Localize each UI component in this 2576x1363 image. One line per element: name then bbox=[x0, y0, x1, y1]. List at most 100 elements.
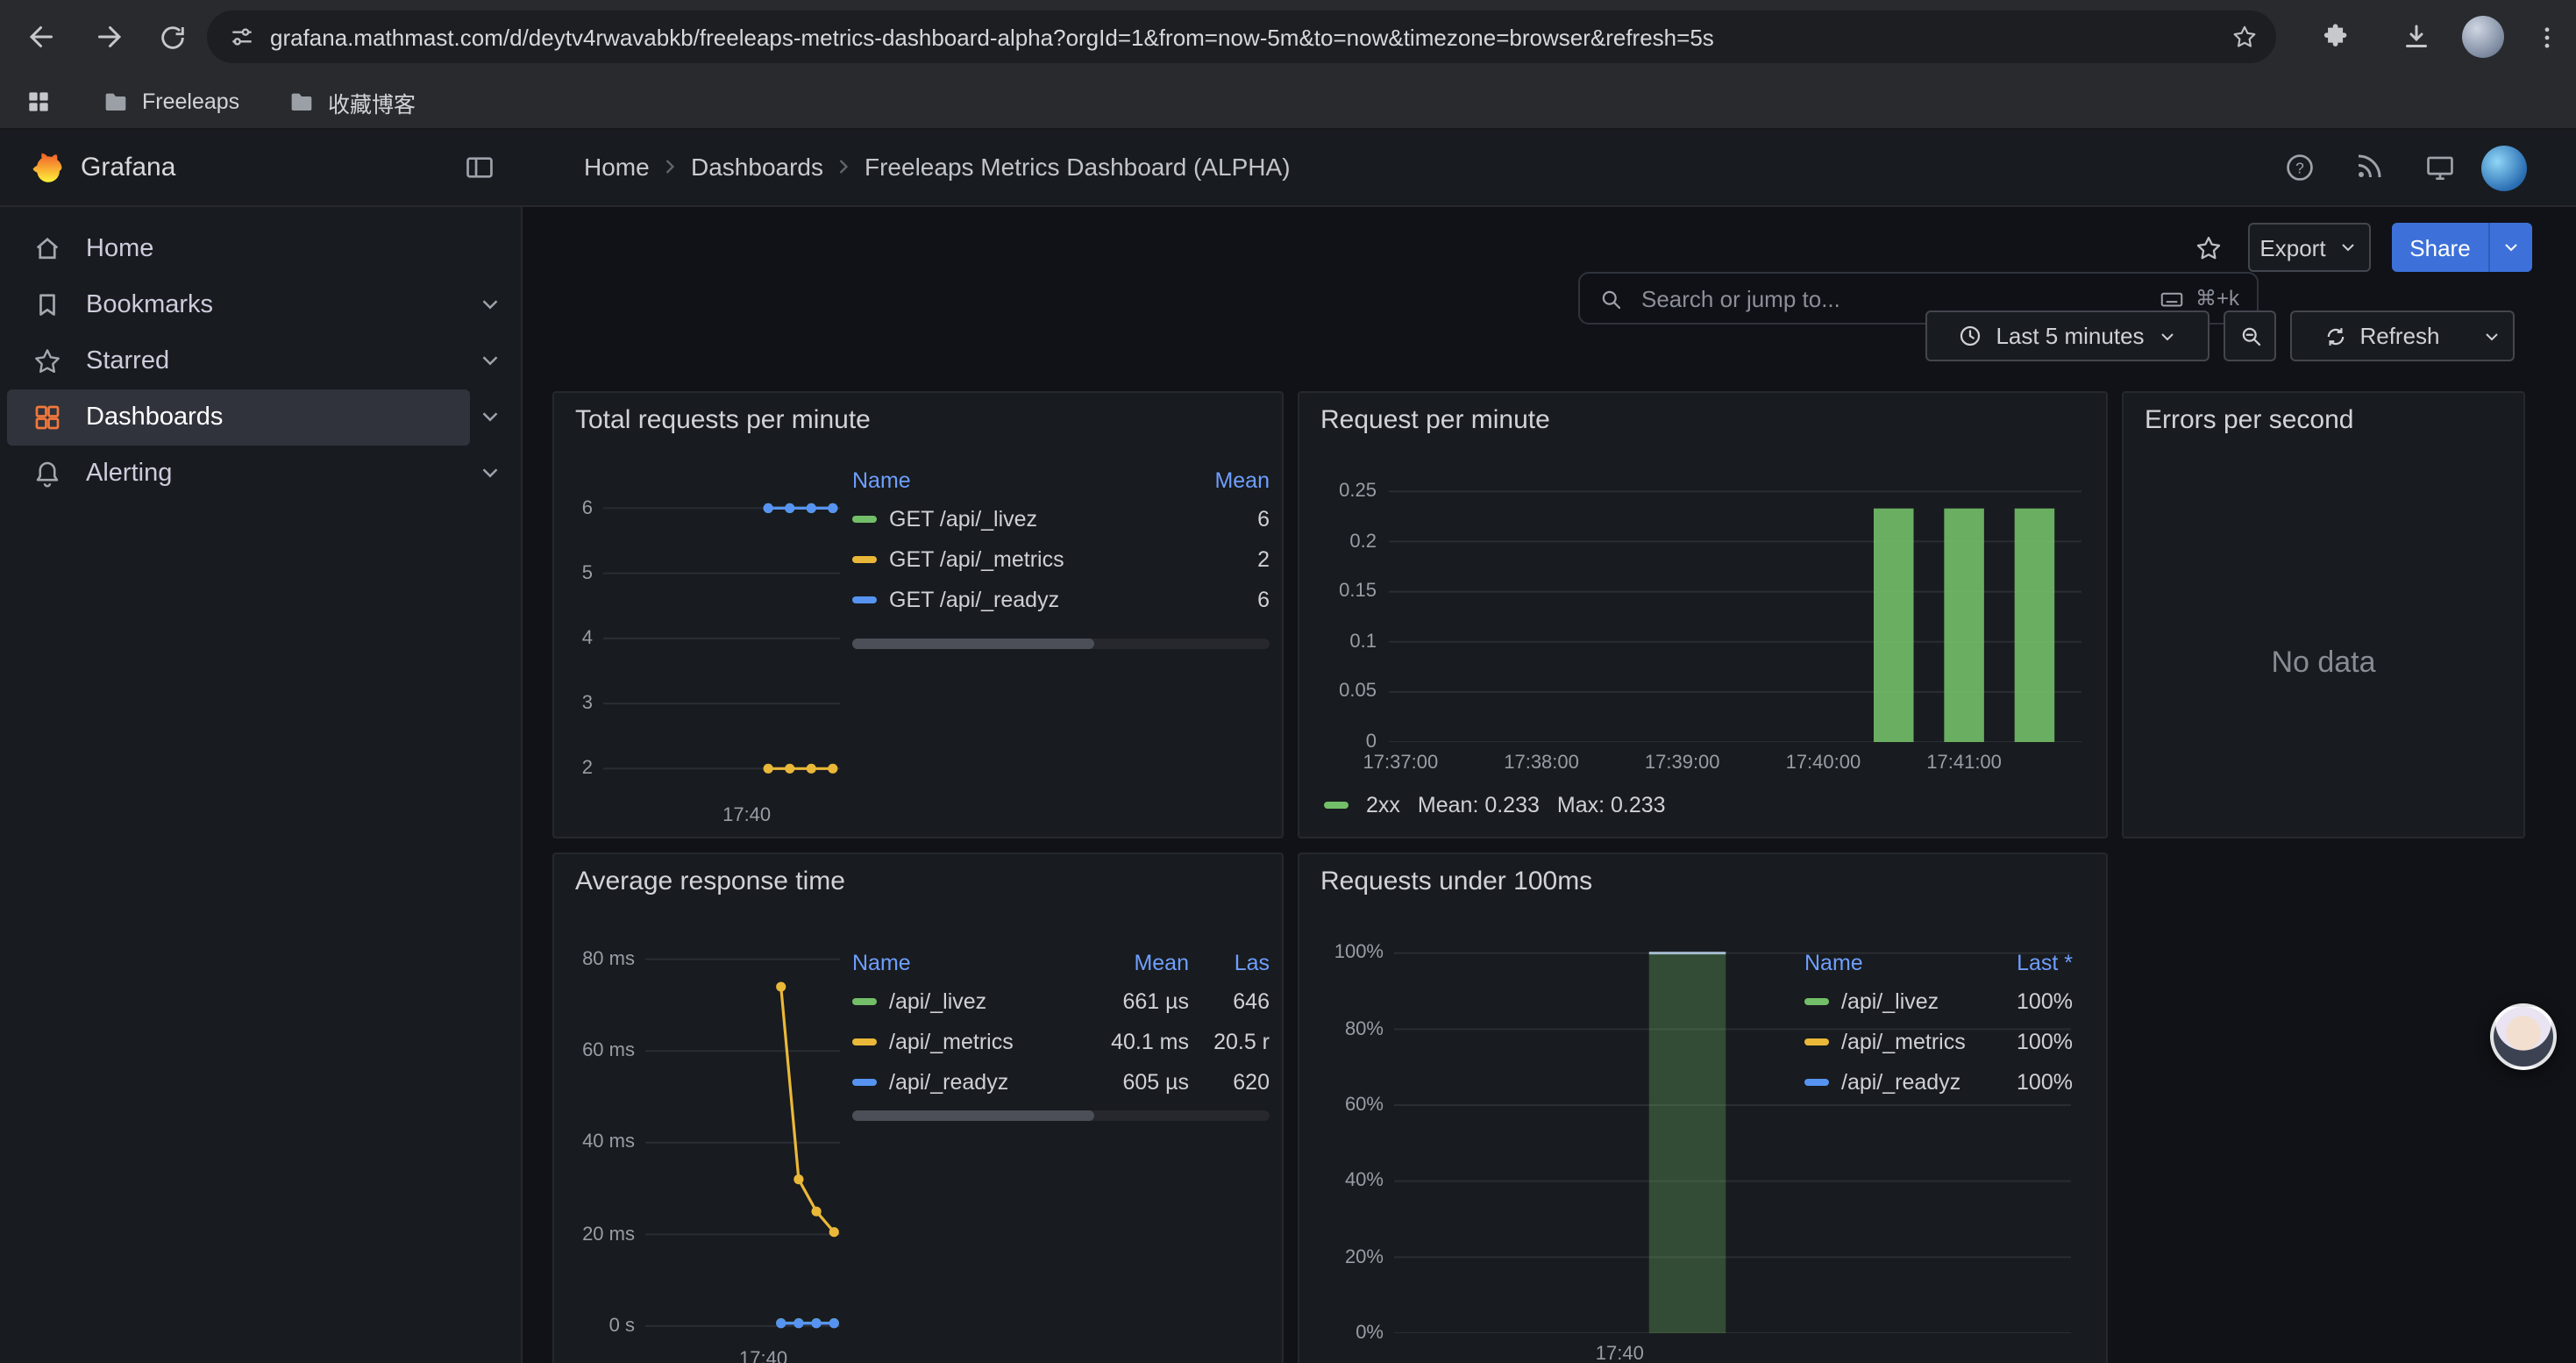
sidebar-item-starred[interactable]: Starred bbox=[7, 333, 470, 389]
news-button[interactable] bbox=[2353, 151, 2385, 182]
series-color-icon bbox=[1324, 802, 1348, 809]
legend-row: GET /api/_metrics 2 bbox=[852, 539, 1270, 579]
sidebar-item-alerting[interactable]: Alerting bbox=[7, 446, 470, 502]
legend-scrollbar[interactable] bbox=[852, 1110, 1270, 1121]
bookmark-item-freeleaps[interactable]: Freeleaps bbox=[102, 74, 239, 130]
legend-row: /api/_livez661 µs646 bbox=[852, 981, 1270, 1021]
series-name[interactable]: /api/_readyz bbox=[1841, 1069, 1960, 1094]
refresh-button[interactable]: Refresh bbox=[2290, 310, 2473, 361]
share-label: Share bbox=[2409, 234, 2470, 260]
zoom-out-button[interactable] bbox=[2224, 310, 2276, 361]
series-name[interactable]: 2xx bbox=[1366, 793, 1400, 817]
y-axis-labels: 0 s20 ms40 ms60 ms80 ms bbox=[568, 946, 635, 1338]
browser-reload-button[interactable] bbox=[147, 12, 196, 61]
panel-title[interactable]: Errors per second bbox=[2145, 405, 2353, 435]
refresh-interval-button[interactable] bbox=[2471, 310, 2515, 361]
browser-back-button[interactable] bbox=[18, 12, 67, 61]
dashboards-grid-icon bbox=[32, 402, 63, 433]
grafana-logo[interactable] bbox=[28, 149, 67, 188]
help-button[interactable]: ? bbox=[2283, 151, 2316, 184]
series-color-icon bbox=[1804, 1038, 1829, 1045]
panel-title[interactable]: Average response time bbox=[575, 867, 845, 896]
url-text: grafana.mathmast.com/d/deytv4rwavabkb/fr… bbox=[270, 24, 2213, 50]
legend-header[interactable]: Last * bbox=[1989, 951, 2073, 975]
home-icon bbox=[32, 233, 63, 265]
series-name[interactable]: /api/_livez bbox=[889, 988, 986, 1013]
search-input[interactable] bbox=[1638, 283, 2159, 313]
legend-value: 100% bbox=[1989, 1069, 2073, 1094]
scrollbar-thumb[interactable] bbox=[852, 1110, 1094, 1121]
site-settings-icon[interactable] bbox=[228, 23, 256, 51]
share-menu-button[interactable] bbox=[2488, 223, 2532, 272]
legend-value: 6 bbox=[1171, 587, 1270, 611]
legend-row: GET /api/_livez6 bbox=[852, 498, 1270, 539]
dock-menu-toggle[interactable] bbox=[463, 151, 496, 184]
breadcrumb-home[interactable]: Home bbox=[584, 153, 650, 181]
series-color-icon bbox=[852, 555, 877, 562]
favorite-dashboard-button[interactable] bbox=[2185, 225, 2231, 270]
user-avatar bbox=[2481, 146, 2527, 191]
legend-scrollbar[interactable] bbox=[852, 639, 1270, 649]
series-name[interactable]: /api/_metrics bbox=[1841, 1029, 1966, 1053]
scrollbar-thumb[interactable] bbox=[852, 639, 1094, 649]
breadcrumb-dashboards[interactable]: Dashboards bbox=[691, 153, 823, 181]
floating-assistant-avatar[interactable] bbox=[2490, 1003, 2557, 1070]
sidebar-item-label: Starred bbox=[86, 347, 169, 375]
legend-max: Max: 0.233 bbox=[1557, 793, 1666, 817]
chevron-down-icon[interactable] bbox=[477, 403, 503, 430]
browser-forward-button[interactable] bbox=[84, 12, 133, 61]
arrow-right-icon bbox=[93, 21, 125, 53]
legend-value: 2 bbox=[1171, 546, 1270, 571]
share-button[interactable]: Share bbox=[2392, 223, 2488, 272]
extensions-button[interactable] bbox=[2311, 12, 2360, 61]
url-bar[interactable]: grafana.mathmast.com/d/deytv4rwavabkb/fr… bbox=[207, 11, 2276, 63]
display-button[interactable] bbox=[2423, 151, 2457, 184]
legend-row: /api/_metrics100% bbox=[1804, 1021, 2073, 1061]
series-name[interactable]: /api/_readyz bbox=[889, 1069, 1008, 1094]
series-color-icon bbox=[1804, 997, 1829, 1004]
time-range-picker[interactable]: Last 5 minutes bbox=[1925, 310, 2210, 361]
search-shortcut: ⌘+k bbox=[2195, 286, 2239, 310]
browser-profile-button[interactable] bbox=[2462, 16, 2504, 58]
legend-header[interactable]: Name bbox=[852, 468, 1171, 493]
user-profile-button[interactable] bbox=[2481, 146, 2527, 191]
series-name[interactable]: /api/_metrics bbox=[889, 1029, 1014, 1053]
browser-menu-button[interactable] bbox=[2522, 12, 2571, 61]
time-range-label: Last 5 minutes bbox=[1996, 323, 2144, 349]
sidebar-item-label: Alerting bbox=[86, 460, 172, 488]
export-button[interactable]: Export bbox=[2248, 223, 2371, 272]
refresh-label: Refresh bbox=[2359, 323, 2439, 349]
legend-header[interactable]: Name bbox=[852, 951, 1077, 975]
legend-value: 661 µs bbox=[1077, 988, 1189, 1013]
legend-header[interactable]: Las bbox=[1189, 951, 1270, 975]
breadcrumb-current: Freeleaps Metrics Dashboard (ALPHA) bbox=[865, 153, 1291, 181]
legend-header[interactable]: Mean bbox=[1077, 951, 1189, 975]
panel-title[interactable]: Request per minute bbox=[1320, 405, 1550, 435]
chevron-down-icon[interactable] bbox=[477, 347, 503, 374]
series-name[interactable]: GET /api/_metrics bbox=[889, 546, 1064, 571]
series-name[interactable]: /api/_livez bbox=[1841, 988, 1939, 1013]
legend-header[interactable]: Name bbox=[1804, 951, 1989, 975]
chevron-down-icon[interactable] bbox=[477, 460, 503, 486]
svg-text:?: ? bbox=[2295, 159, 2304, 176]
chevron-down-icon[interactable] bbox=[477, 291, 503, 318]
downloads-button[interactable] bbox=[2392, 12, 2441, 61]
apps-shortcut-button[interactable] bbox=[14, 77, 63, 126]
bookmark-star-icon[interactable] bbox=[2231, 23, 2259, 51]
series-name[interactable]: GET /api/_livez bbox=[889, 506, 1037, 531]
series-name[interactable]: GET /api/_readyz bbox=[889, 587, 1059, 611]
avg-response-time-chart[interactable] bbox=[645, 946, 840, 1338]
bookmark-item-blog[interactable]: 收藏博客 bbox=[288, 74, 416, 130]
star-icon bbox=[32, 346, 63, 377]
total-requests-chart[interactable] bbox=[603, 479, 840, 795]
sidebar-item-dashboards[interactable]: Dashboards bbox=[7, 389, 470, 446]
legend-header[interactable]: Mean bbox=[1171, 468, 1270, 493]
sidebar-item-bookmarks[interactable]: Bookmarks bbox=[7, 277, 470, 333]
bookmark-icon bbox=[32, 289, 63, 321]
sidebar-item-label: Bookmarks bbox=[86, 291, 213, 319]
panel-title[interactable]: Requests under 100ms bbox=[1320, 867, 1592, 896]
panel-title[interactable]: Total requests per minute bbox=[575, 405, 871, 435]
requests-per-minute-chart[interactable] bbox=[1389, 475, 2081, 742]
sidebar-item-home[interactable]: Home bbox=[7, 221, 470, 277]
y-axis-labels: 23456 bbox=[568, 479, 593, 795]
